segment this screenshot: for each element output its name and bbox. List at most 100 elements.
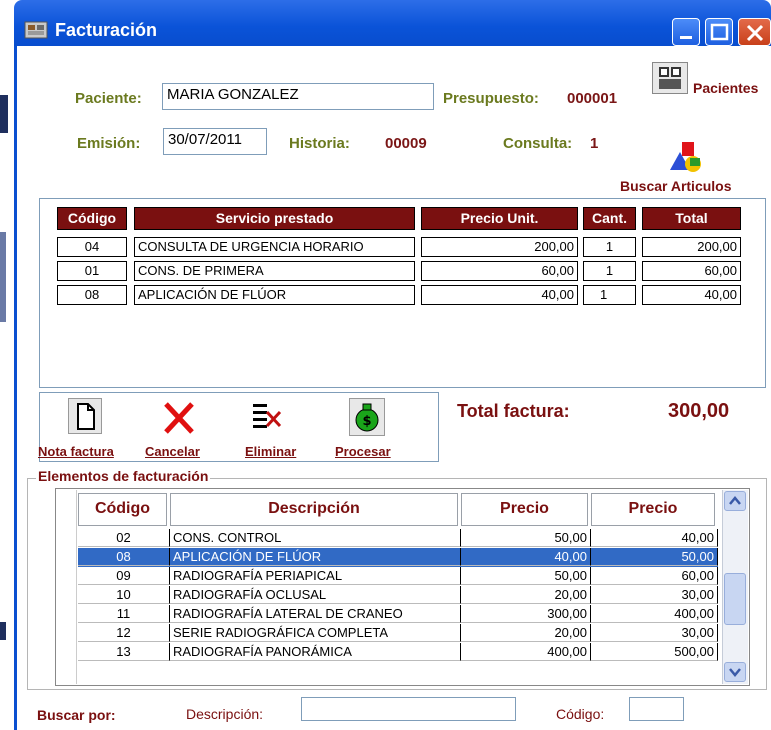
buscar-articulos-button[interactable]: Buscar Articulos <box>620 178 732 194</box>
invoice-cell[interactable]: 04 <box>57 237 127 257</box>
elements-col-descripcion: Descripción <box>170 493 458 526</box>
list-cell: SERIE RADIOGRÁFICA COMPLETA <box>170 624 461 642</box>
consulta-label: Consulta: <box>503 135 573 152</box>
elements-rows: 02 CONS. CONTROL 50,00 40,00 08 APLICACI… <box>78 529 718 679</box>
list-cell: 500,00 <box>591 643 718 661</box>
search-label: Buscar por: <box>37 707 116 723</box>
list-cell: 40,00 <box>591 529 718 547</box>
table-row-selected[interactable]: 08 APLICACIÓN DE FLÚOR 40,00 50,00 <box>78 548 718 567</box>
emision-field[interactable]: 30/07/2011 <box>163 128 267 155</box>
table-row[interactable]: 09 RADIOGRAFÍA PERIAPICAL 50,00 60,00 <box>78 567 718 586</box>
minimize-icon[interactable] <box>672 18 700 46</box>
invoice-cell[interactable]: 01 <box>57 261 127 281</box>
scrollbar-thumb[interactable] <box>724 573 746 625</box>
paciente-field[interactable]: MARIA GONZALEZ <box>162 83 434 110</box>
invoice-cell[interactable]: CONSULTA DE URGENCIA HORARIO <box>134 237 415 257</box>
background-edge <box>0 0 14 730</box>
list-cell: APLICACIÓN DE FLÚOR <box>170 548 461 566</box>
invoice-cell[interactable]: APLICACIÓN DE FLÚOR <box>134 285 415 305</box>
list-cell: 20,00 <box>461 586 591 604</box>
app-icon <box>24 20 50 40</box>
list-cell: 400,00 <box>591 605 718 623</box>
list-cell: 300,00 <box>461 605 591 623</box>
emision-label: Emisión: <box>77 135 141 152</box>
list-cell: 30,00 <box>591 624 718 642</box>
invoice-cell[interactable]: 200,00 <box>642 237 741 257</box>
invoice-cell[interactable]: CONS. DE PRIMERA <box>134 261 415 281</box>
list-cell: 60,00 <box>591 567 718 585</box>
invoice-cell[interactable]: 1 <box>583 285 636 305</box>
money-bag-icon[interactable]: $ <box>349 398 385 436</box>
cancelar-button[interactable]: Cancelar <box>145 444 200 459</box>
new-document-icon[interactable] <box>68 398 102 434</box>
list-cell: 02 <box>78 529 170 547</box>
table-row[interactable]: 13 RADIOGRAFÍA PANORÁMICA 400,00 500,00 <box>78 643 718 662</box>
elements-col-precio1: Precio <box>461 493 588 526</box>
list-cell: CONS. CONTROL <box>170 529 461 547</box>
list-cell: 30,00 <box>591 586 718 604</box>
list-cell: RADIOGRAFÍA OCLUSAL <box>170 586 461 604</box>
descripcion-search-label: Descripción: <box>186 706 264 722</box>
list-cell: 12 <box>78 624 170 642</box>
procesar-button[interactable]: Procesar <box>335 444 391 459</box>
table-row[interactable]: 11 RADIOGRAFÍA LATERAL DE CRANEO 300,00 … <box>78 605 718 624</box>
total-label: Total factura: <box>457 401 570 421</box>
patients-icon[interactable] <box>652 62 688 94</box>
list-cell: 50,00 <box>591 548 718 566</box>
table-row[interactable]: 10 RADIOGRAFÍA OCLUSAL 20,00 30,00 <box>78 586 718 605</box>
invoice-cell[interactable]: 08 <box>57 285 127 305</box>
invoice-col-servicio: Servicio prestado <box>134 207 415 230</box>
elements-legend: Elementos de facturación <box>36 468 211 484</box>
invoice-col-precio: Precio Unit. <box>421 207 578 230</box>
paciente-label: Paciente: <box>75 90 142 107</box>
list-cell: 13 <box>78 643 170 661</box>
invoice-cell[interactable]: 1 <box>583 237 636 257</box>
list-cell: 400,00 <box>461 643 591 661</box>
invoice-cell[interactable]: 60,00 <box>421 261 578 281</box>
list-cell: RADIOGRAFÍA PERIAPICAL <box>170 567 461 585</box>
presupuesto-value: 000001 <box>567 90 618 107</box>
elements-col-codigo: Código <box>78 493 167 526</box>
list-cell: RADIOGRAFÍA LATERAL DE CRANEO <box>170 605 461 623</box>
list-cell: 50,00 <box>461 567 591 585</box>
list-cell: 50,00 <box>461 529 591 547</box>
pacientes-button[interactable]: Pacientes <box>693 80 758 96</box>
list-cell: 11 <box>78 605 170 623</box>
row-indicator-column <box>57 490 77 684</box>
invoice-cell[interactable]: 60,00 <box>642 261 741 281</box>
scroll-up-icon[interactable] <box>724 491 746 511</box>
svg-text:$: $ <box>362 414 371 429</box>
list-cell: 20,00 <box>461 624 591 642</box>
articles-icon[interactable] <box>668 140 704 176</box>
list-cell: 40,00 <box>461 548 591 566</box>
invoice-cell[interactable]: 40,00 <box>421 285 578 305</box>
table-row[interactable]: 12 SERIE RADIOGRÁFICA COMPLETA 20,00 30,… <box>78 624 718 643</box>
historia-value: 00009 <box>385 135 427 152</box>
invoice-col-codigo: Código <box>57 207 127 230</box>
list-cell: 09 <box>78 567 170 585</box>
maximize-icon[interactable] <box>705 18 733 46</box>
elements-col-precio2: Precio <box>591 493 715 526</box>
invoice-cell[interactable]: 40,00 <box>642 285 741 305</box>
eliminar-button[interactable]: Eliminar <box>245 444 296 459</box>
codigo-search-label: Código: <box>556 706 605 722</box>
close-icon[interactable] <box>738 18 771 46</box>
total-value: 300,00 <box>668 400 730 422</box>
window-title: Facturación <box>55 20 158 40</box>
invoice-cell[interactable]: 1 <box>583 261 636 281</box>
delete-row-icon[interactable] <box>250 400 284 436</box>
codigo-search-input[interactable] <box>629 697 684 721</box>
table-row[interactable]: 02 CONS. CONTROL 50,00 40,00 <box>78 529 718 548</box>
presupuesto-label: Presupuesto: <box>443 90 539 107</box>
scroll-down-icon[interactable] <box>724 662 746 682</box>
nota-factura-button[interactable]: Nota factura <box>38 444 114 459</box>
list-cell: 10 <box>78 586 170 604</box>
descripcion-search-input[interactable] <box>301 697 516 721</box>
cancel-icon[interactable] <box>160 398 198 438</box>
consulta-value: 1 <box>590 135 599 152</box>
list-cell: 08 <box>78 548 170 566</box>
list-cell: RADIOGRAFÍA PANORÁMICA <box>170 643 461 661</box>
historia-label: Historia: <box>289 135 350 152</box>
invoice-col-total: Total <box>642 207 741 230</box>
invoice-cell[interactable]: 200,00 <box>421 237 578 257</box>
